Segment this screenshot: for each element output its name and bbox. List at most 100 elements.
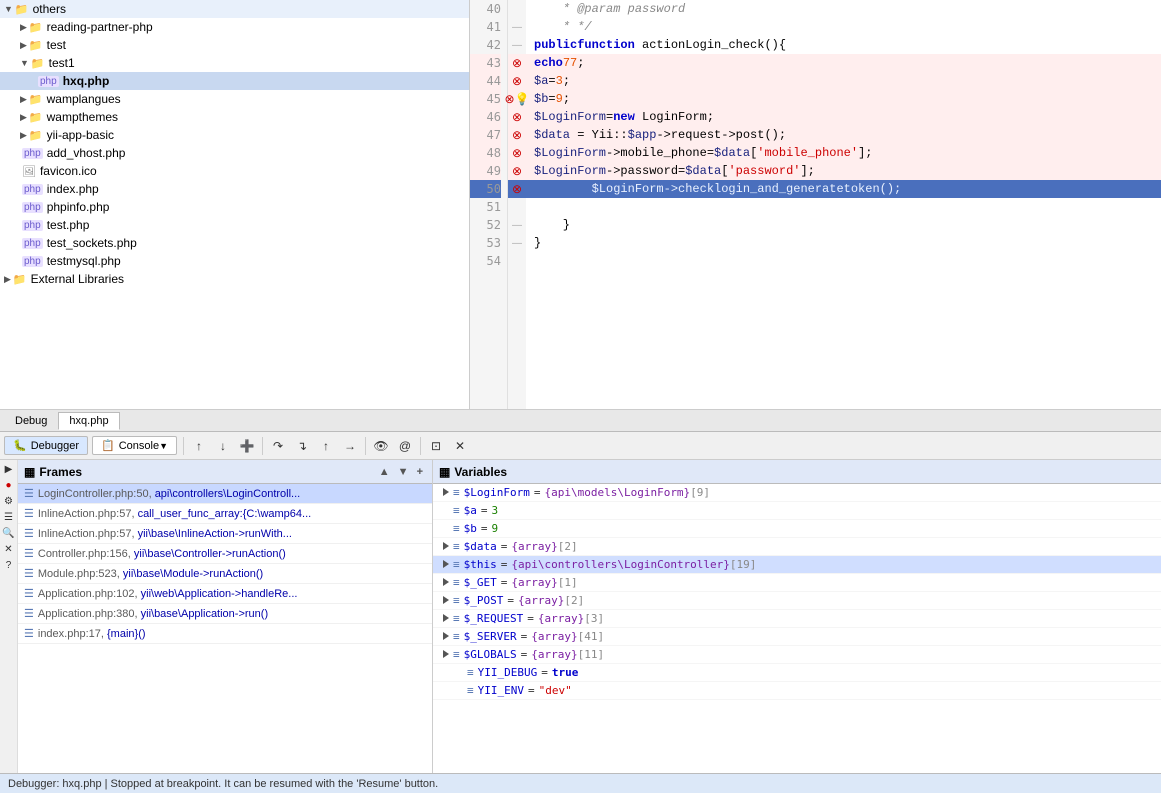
var-item-yii-debug[interactable]: ≡YII_DEBUG=true (433, 664, 1161, 682)
var-item-post[interactable]: ≡$_POST={array} [2] (433, 592, 1161, 610)
breakpoint-icon[interactable]: ⊗ (512, 56, 522, 70)
frame-item-frame8[interactable]: ☰index.php:17, {main}() (18, 624, 432, 644)
breakpoint-icon[interactable]: ⊗ (505, 92, 515, 106)
tree-item-reading-partner-php[interactable]: ▶📁reading-partner-php (0, 18, 469, 36)
code-line-52[interactable]: } (526, 216, 1161, 234)
frame-item-frame2[interactable]: ☰InlineAction.php:57, call_user_func_arr… (18, 504, 432, 524)
code-line-43[interactable]: echo 77; (526, 54, 1161, 72)
sidebar-icon-3[interactable]: ⚙ (2, 494, 16, 508)
toolbar-btn-add-frame[interactable]: ➕ (236, 435, 258, 457)
tree-item-favicon.ico[interactable]: 🖼favicon.ico (0, 162, 469, 180)
frame-item-frame1[interactable]: ☰LoginController.php:50, api\controllers… (18, 484, 432, 504)
fold-icon[interactable]: — (512, 22, 522, 33)
debug-tab-hxq[interactable]: hxq.php (58, 412, 119, 430)
var-item-this[interactable]: ≡$this={api\controllers\LoginController}… (433, 556, 1161, 574)
toolbar-btn-layout[interactable]: ⊡ (425, 435, 447, 457)
var-item-b[interactable]: ≡$b=9 (433, 520, 1161, 538)
code-line-47[interactable]: $data = Yii::$app->request->post(); (526, 126, 1161, 144)
tree-item-hxq.php[interactable]: phphxq.php (0, 72, 469, 90)
breakpoint-icon[interactable]: ⊗ (512, 128, 522, 142)
sidebar-icon-1[interactable]: ▶ (2, 462, 16, 476)
tree-item-testmysql.php[interactable]: phptestmysql.php (0, 252, 469, 270)
sidebar-icon-2[interactable]: ● (2, 478, 16, 492)
frames-up-btn[interactable]: ▲ (376, 465, 393, 479)
code-line-50[interactable]: $LoginForm->checklogin_and_generatetoken… (526, 180, 1161, 198)
code-line-48[interactable]: $LoginForm->mobile_phone=$data['mobile_p… (526, 144, 1161, 162)
tree-item-wamplangues[interactable]: ▶📁wamplangues (0, 90, 469, 108)
var-item-server[interactable]: ≡$_SERVER={array} [41] (433, 628, 1161, 646)
toolbar-btn-down-arrow[interactable]: ↓ (212, 435, 234, 457)
code-line-53[interactable]: } (526, 234, 1161, 252)
toolbar-btn-run-cursor[interactable]: → (339, 435, 361, 457)
toolbar-btn-step-into[interactable]: ↴ (291, 435, 313, 457)
frames-down-btn[interactable]: ▼ (395, 465, 412, 479)
tree-item-test1[interactable]: ▼📁test1 (0, 54, 469, 72)
toolbar-btn-close[interactable]: ✕ (449, 435, 471, 457)
frames-list[interactable]: ☰LoginController.php:50, api\controllers… (18, 484, 432, 773)
tree-item-external-libraries[interactable]: ▶📁External Libraries (0, 270, 469, 288)
debugger-tab-console[interactable]: 📋Console ▼ (92, 436, 177, 455)
code-line-44[interactable]: $a=3; (526, 72, 1161, 90)
breakpoint-icon[interactable]: ⊗ (512, 182, 522, 196)
code-line-45[interactable]: $b=9; (526, 90, 1161, 108)
code-line-51[interactable] (526, 198, 1161, 216)
fold-icon[interactable]: — (512, 40, 522, 51)
var-item-request[interactable]: ≡$_REQUEST={array} [3] (433, 610, 1161, 628)
var-item-data[interactable]: ≡$data={array} [2] (433, 538, 1161, 556)
var-expand-loginform[interactable] (439, 486, 453, 499)
toolbar-btn-eval[interactable]: @ (394, 435, 416, 457)
code-line-42[interactable]: public function actionLogin_check(){ (526, 36, 1161, 54)
toolbar-btn-watch[interactable]: 👁 (370, 435, 392, 457)
debugger-tab-debugger[interactable]: 🐛Debugger (4, 436, 88, 455)
code-lines[interactable]: * @param password * */ public function a… (526, 0, 1161, 409)
var-item-get[interactable]: ≡$_GET={array} [1] (433, 574, 1161, 592)
debug-tab-debug[interactable]: Debug (4, 412, 58, 430)
fold-icon[interactable]: — (512, 238, 522, 249)
sidebar-icon-4[interactable]: ☰ (2, 510, 16, 524)
code-line-46[interactable]: $LoginForm=new LoginForm; (526, 108, 1161, 126)
tree-item-index.php[interactable]: phpindex.php (0, 180, 469, 198)
tree-item-wampthemes[interactable]: ▶📁wampthemes (0, 108, 469, 126)
var-expand-this[interactable] (439, 558, 453, 571)
var-expand-post[interactable] (439, 594, 453, 607)
toolbar-btn-step-over[interactable]: ↷ (267, 435, 289, 457)
sidebar-icon-5[interactable]: 🔍 (2, 526, 16, 540)
frame-item-frame6[interactable]: ☰Application.php:102, yii\web\Applicatio… (18, 584, 432, 604)
tree-item-phpinfo.php[interactable]: phpphpinfo.php (0, 198, 469, 216)
var-item-yii-env[interactable]: ≡YII_ENV="dev" (433, 682, 1161, 700)
var-expand-request[interactable] (439, 612, 453, 625)
var-expand-server[interactable] (439, 630, 453, 643)
var-item-globals[interactable]: ≡$GLOBALS={array} [11] (433, 646, 1161, 664)
frame-item-frame4[interactable]: ☰Controller.php:156, yii\base\Controller… (18, 544, 432, 564)
toolbar-btn-step-out[interactable]: ↑ (315, 435, 337, 457)
frames-add-btn[interactable]: + (414, 465, 426, 479)
var-list[interactable]: ≡$LoginForm={api\models\LoginForm} [9] ≡… (433, 484, 1161, 773)
file-tree[interactable]: ▼📁others▶📁reading-partner-php▶📁test▼📁tes… (0, 0, 470, 409)
toolbar-btn-up-arrow[interactable]: ↑ (188, 435, 210, 457)
var-expand-globals[interactable] (439, 648, 453, 661)
var-item-a[interactable]: ≡$a=3 (433, 502, 1161, 520)
var-expand-get[interactable] (439, 576, 453, 589)
var-expand-data[interactable] (439, 540, 453, 553)
sidebar-icon-6[interactable]: ✕ (2, 542, 16, 556)
frame-item-frame3[interactable]: ☰InlineAction.php:57, yii\base\InlineAct… (18, 524, 432, 544)
code-line-41[interactable]: * */ (526, 18, 1161, 36)
frame-item-frame5[interactable]: ☰Module.php:523, yii\base\Module->runAct… (18, 564, 432, 584)
breakpoint-icon[interactable]: ⊗ (512, 110, 522, 124)
code-line-54[interactable] (526, 252, 1161, 270)
fold-icon[interactable]: — (512, 220, 522, 231)
tree-item-others[interactable]: ▼📁others (0, 0, 469, 18)
breakpoint-icon[interactable]: ⊗ (512, 164, 522, 178)
var-item-loginform[interactable]: ≡$LoginForm={api\models\LoginForm} [9] (433, 484, 1161, 502)
breakpoint-icon[interactable]: ⊗ (512, 74, 522, 88)
breakpoint-icon[interactable]: ⊗ (512, 146, 522, 160)
frame-item-frame7[interactable]: ☰Application.php:380, yii\base\Applicati… (18, 604, 432, 624)
tree-item-add_vhost.php[interactable]: phpadd_vhost.php (0, 144, 469, 162)
tree-item-test_sockets.php[interactable]: phptest_sockets.php (0, 234, 469, 252)
sidebar-icon-7[interactable]: ? (2, 558, 16, 572)
tree-item-test.php[interactable]: phptest.php (0, 216, 469, 234)
tree-item-test[interactable]: ▶📁test (0, 36, 469, 54)
code-line-49[interactable]: $LoginForm->password=$data['password']; (526, 162, 1161, 180)
code-line-40[interactable]: * @param password (526, 0, 1161, 18)
tree-item-yii-app-basic[interactable]: ▶📁yii-app-basic (0, 126, 469, 144)
